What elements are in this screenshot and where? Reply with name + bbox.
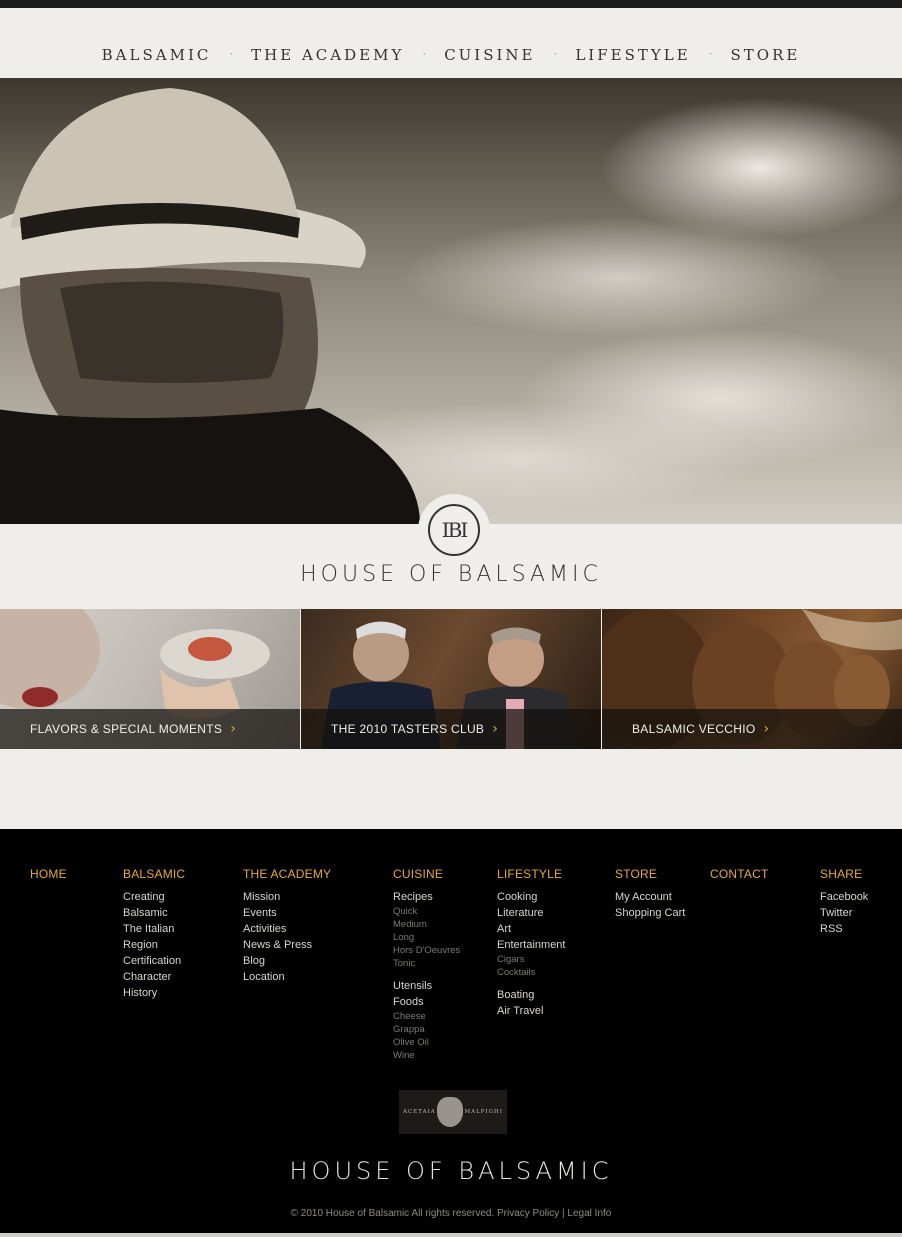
nav-separator: · <box>708 47 713 61</box>
nav-separator: · <box>553 47 558 61</box>
tile-flavors[interactable]: FLAVORS & SPECIAL MOMENTS › <box>0 609 300 749</box>
footer-col-share: SHARE Facebook Twitter RSS <box>820 867 868 937</box>
footer-sublink[interactable]: Quick <box>393 905 460 918</box>
main-nav: BALSAMIC · THE ACADEMY · CUISINE · LIFES… <box>0 8 902 78</box>
footer-home-link[interactable]: HOME <box>30 867 67 881</box>
nav-balsamic[interactable]: BALSAMIC <box>102 46 212 64</box>
legal-info-link[interactable]: Legal Info <box>567 1208 611 1219</box>
footer-link-utensils[interactable]: Utensils <box>393 978 460 994</box>
footer-link[interactable]: Shopping Cart <box>615 905 685 921</box>
partner-logo[interactable]: ACETAIA MALPIGHI <box>399 1090 507 1134</box>
footer-link[interactable]: Blog <box>243 953 331 969</box>
footer-link[interactable]: Entertainment <box>497 937 565 953</box>
monogram-icon: IBI <box>428 504 480 556</box>
nav-the-academy[interactable]: THE ACADEMY <box>251 46 404 64</box>
feature-tiles: FLAVORS & SPECIAL MOMENTS › THE 2010 TAS… <box>0 609 902 749</box>
footer-link[interactable]: Region <box>123 937 185 953</box>
hero-photo-illustration <box>0 78 902 524</box>
footer-sublink[interactable]: Cocktails <box>497 966 565 979</box>
hero-image <box>0 78 902 524</box>
footer-sublink[interactable]: Wine <box>393 1049 460 1062</box>
footer-sublink[interactable]: Tonic <box>393 957 460 970</box>
nav-separator: · <box>229 47 234 61</box>
chevron-right-icon: › <box>230 721 236 737</box>
tile-caption: THE 2010 TASTERS CLUB › <box>301 709 601 749</box>
footer-heading-lifestyle[interactable]: LIFESTYLE <box>497 867 565 881</box>
tile-label: THE 2010 TASTERS CLUB <box>331 722 485 736</box>
content-spacer <box>0 749 902 829</box>
copyright-text: © 2010 House of Balsamic All rights rese… <box>290 1208 495 1219</box>
monogram-text: IBI <box>441 518 468 542</box>
footer-col-home: HOME <box>30 867 67 889</box>
tile-balsamic-vecchio[interactable]: BALSAMIC VECCHIO › <box>602 609 902 749</box>
footer-link[interactable]: Creating <box>123 889 185 905</box>
footer-brand-title: HOUSE OF BALSAMIC <box>289 1157 613 1185</box>
privacy-policy-link[interactable]: Privacy Policy <box>497 1208 559 1219</box>
footer-sublink[interactable]: Cheese <box>393 1010 460 1023</box>
footer-link[interactable]: News & Press <box>243 937 331 953</box>
footer-link-foods[interactable]: Foods <box>393 994 460 1010</box>
brand-title: HOUSE OF BALSAMIC <box>300 562 602 587</box>
footer-link[interactable]: History <box>123 985 185 1001</box>
footer-link[interactable]: Art <box>497 921 565 937</box>
footer-sublink[interactable]: Olive Oil <box>393 1036 460 1049</box>
footer-link[interactable]: The Italian <box>123 921 185 937</box>
crest-icon <box>437 1097 464 1127</box>
chevron-right-icon: › <box>763 721 770 737</box>
brand-logo[interactable]: IBI <box>418 494 490 566</box>
nav-cuisine[interactable]: CUISINE <box>444 46 535 64</box>
chevron-right-icon: › <box>492 721 498 737</box>
footer-col-cuisine: CUISINE Recipes Quick Medium Long Hors D… <box>393 867 460 1062</box>
partner-logo-right-text: MALPIGHI <box>464 1109 503 1115</box>
tile-caption: BALSAMIC VECCHIO › <box>602 709 902 749</box>
nav-separator: · <box>422 47 427 61</box>
footer-link[interactable]: Balsamic <box>123 905 185 921</box>
footer-link[interactable]: Mission <box>243 889 331 905</box>
tile-label: BALSAMIC VECCHIO <box>632 722 756 736</box>
footer-sublink[interactable]: Grappa <box>393 1023 460 1036</box>
footer-link[interactable]: Location <box>243 969 331 985</box>
footer-link[interactable]: Air Travel <box>497 1003 565 1019</box>
nav-lifestyle[interactable]: LIFESTYLE <box>575 46 690 64</box>
footer-heading-balsamic[interactable]: BALSAMIC <box>123 867 185 881</box>
footer-sublink[interactable]: Cigars <box>497 953 565 966</box>
tile-caption: FLAVORS & SPECIAL MOMENTS › <box>0 709 300 749</box>
top-strip <box>0 0 902 8</box>
partner-logo-left-text: ACETAIA <box>403 1109 436 1115</box>
link-divider: | <box>562 1208 565 1219</box>
footer-col-contact: CONTACT <box>710 867 769 889</box>
copyright-line: © 2010 House of Balsamic All rights rese… <box>0 1208 902 1219</box>
footer-heading-store[interactable]: STORE <box>615 867 685 881</box>
footer-sublink[interactable]: Hors D'Oeuvres <box>393 944 460 957</box>
footer-link[interactable]: Character <box>123 969 185 985</box>
footer-sublink[interactable]: Medium <box>393 918 460 931</box>
footer-link[interactable]: Cooking <box>497 889 565 905</box>
footer-heading-academy[interactable]: THE ACADEMY <box>243 867 331 881</box>
footer-sublink[interactable]: Long <box>393 931 460 944</box>
bottom-strip <box>0 1233 902 1237</box>
footer-heading-share[interactable]: SHARE <box>820 867 868 881</box>
footer-col-academy: THE ACADEMY Mission Events Activities Ne… <box>243 867 331 985</box>
footer-col-store: STORE My Account Shopping Cart <box>615 867 685 921</box>
footer-link[interactable]: Boating <box>497 987 565 1003</box>
footer-link[interactable]: Literature <box>497 905 565 921</box>
twitter-link[interactable]: Twitter <box>820 905 868 921</box>
tile-tasters-club[interactable]: THE 2010 TASTERS CLUB › <box>301 609 601 749</box>
footer-link[interactable]: My Account <box>615 889 685 905</box>
footer-contact-link[interactable]: CONTACT <box>710 867 769 881</box>
footer-heading-cuisine[interactable]: CUISINE <box>393 867 460 881</box>
footer-col-lifestyle: LIFESTYLE Cooking Literature Art Enterta… <box>497 867 565 1019</box>
rss-link[interactable]: RSS <box>820 921 868 937</box>
facebook-link[interactable]: Facebook <box>820 889 868 905</box>
footer-link[interactable]: Certification <box>123 953 185 969</box>
nav-store[interactable]: STORE <box>731 46 801 64</box>
footer-link[interactable]: Events <box>243 905 331 921</box>
footer-link[interactable]: Activities <box>243 921 331 937</box>
footer-col-balsamic: BALSAMIC Creating Balsamic The Italian R… <box>123 867 185 1001</box>
footer-link-recipes[interactable]: Recipes <box>393 889 460 905</box>
site-footer: HOME BALSAMIC Creating Balsamic The Ital… <box>0 829 902 1233</box>
tile-label: FLAVORS & SPECIAL MOMENTS <box>30 722 223 736</box>
